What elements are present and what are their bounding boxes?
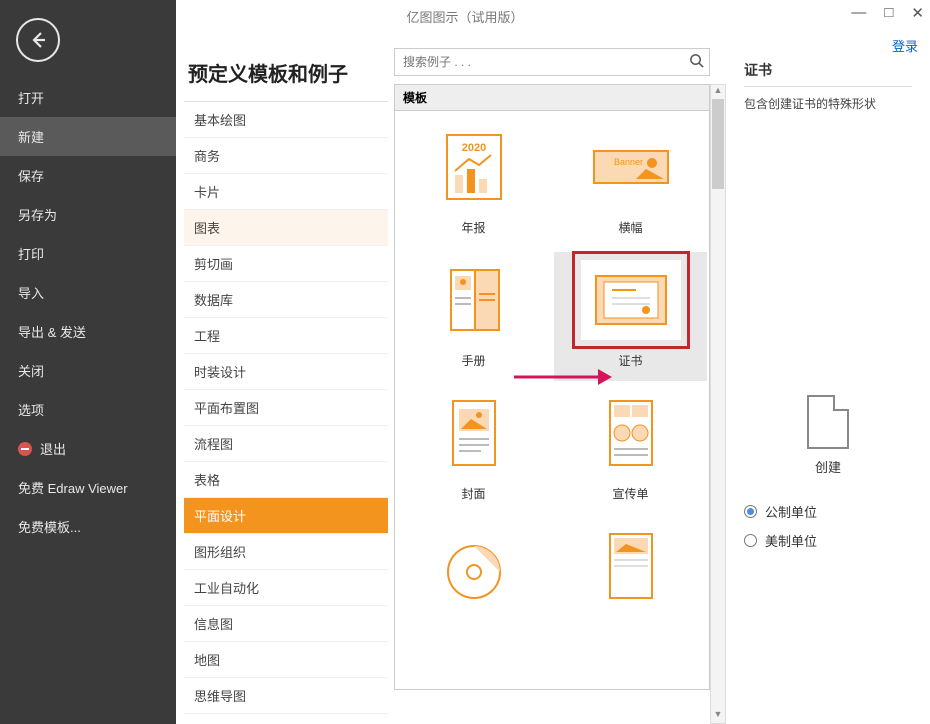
unit-metric-radio[interactable]: 公制单位 (744, 502, 912, 521)
sidebar-item-label: 打印 (18, 244, 44, 263)
templates-panel: 2020 年报 Banner 横幅手册 证书封面 宣传单 (394, 110, 710, 690)
flyer-icon (581, 393, 681, 473)
category-item[interactable]: 信息图 (184, 606, 388, 642)
template-poster[interactable] (554, 518, 707, 630)
radio-checked-icon (744, 505, 757, 518)
category-item[interactable]: 平面布置图 (184, 390, 388, 426)
close-button[interactable]: ✕ (911, 4, 924, 22)
template-flyer[interactable]: 宣传单 (554, 385, 707, 514)
banner-icon: Banner (581, 127, 681, 207)
search-box[interactable] (394, 48, 710, 76)
sidebar-item-label: 新建 (18, 127, 44, 146)
svg-text:2020: 2020 (461, 142, 485, 154)
category-item[interactable]: 地图 (184, 642, 388, 678)
sidebar-item-9[interactable]: 退出 (0, 429, 176, 468)
category-item[interactable]: 图形组织 (184, 534, 388, 570)
template-label: 年报 (461, 219, 485, 236)
category-item[interactable]: 网络图 (184, 714, 388, 719)
sidebar-item-1[interactable]: 新建 (0, 117, 176, 156)
sidebar-item-label: 关闭 (18, 361, 44, 380)
sidebar-item-10[interactable]: 免费 Edraw Viewer (0, 468, 176, 507)
create-label: 创建 (815, 457, 841, 476)
search-icon[interactable] (683, 53, 709, 72)
template-cd[interactable] (397, 518, 550, 630)
maximize-button[interactable]: □ (884, 4, 893, 22)
search-input[interactable] (395, 55, 683, 69)
cover-icon (424, 393, 524, 473)
unit-metric-label: 公制单位 (765, 502, 817, 521)
template-brochure[interactable]: 手册 (397, 252, 550, 381)
scroll-up-icon[interactable]: ▲ (711, 85, 725, 99)
template-certificate[interactable]: 证书 (554, 252, 707, 381)
sidebar-item-5[interactable]: 导入 (0, 273, 176, 312)
sidebar-item-4[interactable]: 打印 (0, 234, 176, 273)
category-item[interactable]: 流程图 (184, 426, 388, 462)
category-item[interactable]: 剪切画 (184, 246, 388, 282)
sidebar-item-label: 导入 (18, 283, 44, 302)
scrollbar[interactable]: ▲ ▼ (710, 84, 726, 724)
category-list: 基本绘图商务卡片图表剪切画数据库工程时装设计平面布置图流程图表格平面设计图形组织… (184, 101, 388, 719)
sidebar-item-6[interactable]: 导出 & 发送 (0, 312, 176, 351)
brochure-icon (424, 260, 524, 340)
radio-unchecked-icon (744, 534, 757, 547)
templates-header: 模板 (394, 84, 710, 110)
template-cover[interactable]: 封面 (397, 385, 550, 514)
cd-icon (424, 526, 524, 606)
category-item[interactable]: 时装设计 (184, 354, 388, 390)
sidebar-item-label: 打开 (18, 88, 44, 107)
scroll-thumb[interactable] (712, 99, 724, 189)
arrow-left-icon (27, 29, 49, 51)
template-annual-report[interactable]: 2020 年报 (397, 119, 550, 248)
certificate-icon (581, 260, 681, 340)
category-item[interactable]: 数据库 (184, 282, 388, 318)
sidebar-item-11[interactable]: 免费模板... (0, 507, 176, 546)
sidebar-item-label: 退出 (40, 439, 66, 458)
annual-report-icon: 2020 (424, 127, 524, 207)
sidebar-item-label: 选项 (18, 400, 44, 419)
app-title: 亿图图示（试用版） (406, 7, 523, 26)
category-item[interactable]: 图表 (184, 210, 388, 246)
category-item[interactable]: 思维导图 (184, 678, 388, 714)
category-item[interactable]: 卡片 (184, 174, 388, 210)
sidebar-item-label: 免费模板... (18, 517, 81, 536)
template-label: 证书 (618, 352, 642, 369)
sidebar-item-2[interactable]: 保存 (0, 156, 176, 195)
sidebar-item-label: 导出 & 发送 (18, 322, 86, 341)
template-label: 横幅 (618, 219, 642, 236)
back-button[interactable] (16, 18, 60, 62)
poster-icon (581, 526, 681, 606)
unit-imperial-radio[interactable]: 美制单位 (744, 531, 912, 550)
template-label: 封面 (461, 485, 485, 502)
minimize-button[interactable]: — (851, 4, 866, 22)
template-label: 手册 (461, 352, 485, 369)
unit-imperial-label: 美制单位 (765, 531, 817, 550)
info-description: 包含创建证书的特殊形状 (744, 95, 912, 375)
category-item[interactable]: 平面设计 (184, 498, 388, 534)
sidebar-item-label: 免费 Edraw Viewer (18, 478, 128, 497)
category-item[interactable]: 基本绘图 (184, 102, 388, 138)
sidebar-item-label: 保存 (18, 166, 44, 185)
sidebar-item-0[interactable]: 打开 (0, 78, 176, 117)
svg-text:Banner: Banner (614, 157, 643, 167)
category-item[interactable]: 表格 (184, 462, 388, 498)
category-item[interactable]: 工业自动化 (184, 570, 388, 606)
template-label: 宣传单 (612, 485, 648, 502)
sidebar: 打开新建保存另存为打印导入导出 & 发送关闭选项退出免费 Edraw Viewe… (0, 0, 176, 724)
page-title: 预定义模板和例子 (188, 58, 388, 87)
category-item[interactable]: 商务 (184, 138, 388, 174)
scroll-down-icon[interactable]: ▼ (711, 709, 725, 723)
sidebar-item-7[interactable]: 关闭 (0, 351, 176, 390)
sidebar-item-3[interactable]: 另存为 (0, 195, 176, 234)
info-title: 证书 (744, 60, 912, 87)
new-file-icon (807, 395, 849, 449)
category-item[interactable]: 工程 (184, 318, 388, 354)
template-banner[interactable]: Banner 横幅 (554, 119, 707, 248)
sidebar-item-label: 另存为 (18, 205, 57, 224)
quit-icon (18, 442, 32, 456)
sidebar-item-8[interactable]: 选项 (0, 390, 176, 429)
create-button[interactable]: 创建 (744, 395, 912, 476)
